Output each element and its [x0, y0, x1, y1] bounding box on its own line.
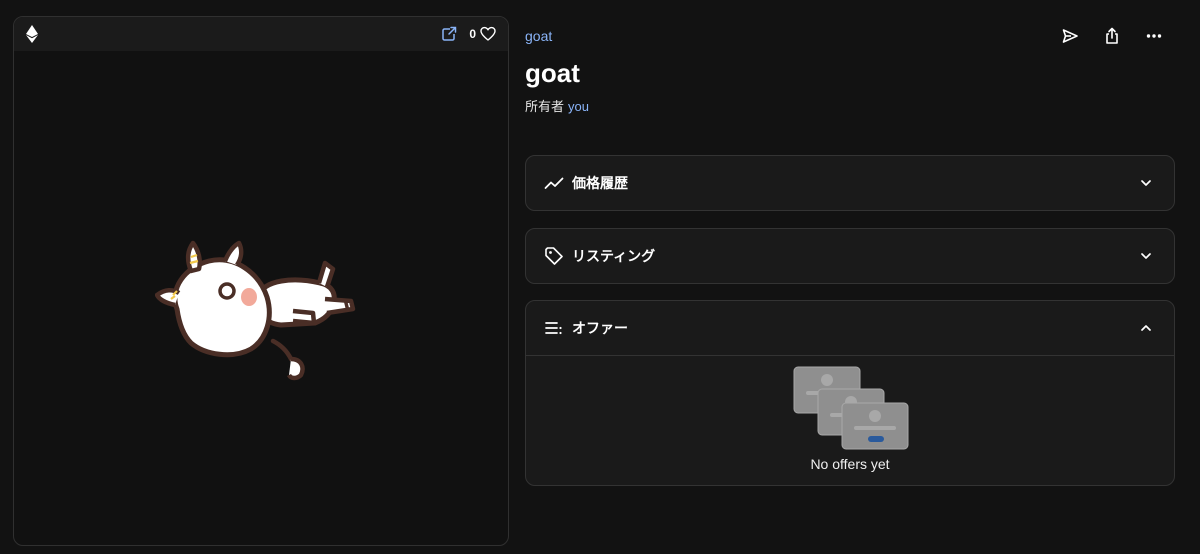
- heart-icon[interactable]: [480, 26, 496, 42]
- offers-panel: オファー No offers yet: [525, 300, 1175, 486]
- item-actions: [1060, 26, 1164, 46]
- more-icon[interactable]: [1144, 26, 1164, 46]
- chevron-down-icon: [1138, 175, 1154, 191]
- listings-toggle[interactable]: リスティング: [526, 229, 1174, 283]
- share-icon[interactable]: [1102, 26, 1122, 46]
- owner-prefix: 所有者: [525, 99, 565, 114]
- chevron-down-icon: [1138, 248, 1154, 264]
- send-icon[interactable]: [1060, 26, 1080, 46]
- collection-link[interactable]: goat: [525, 28, 552, 44]
- price-history-label: 価格履歴: [572, 175, 628, 191]
- list-icon: [544, 318, 564, 338]
- trend-line-icon: [544, 173, 564, 193]
- offers-toggle[interactable]: オファー: [526, 301, 1174, 355]
- item-title: goat: [525, 58, 580, 88]
- listings-panel: リスティング: [525, 228, 1175, 284]
- media-body: [14, 51, 508, 545]
- listings-label: リスティング: [572, 248, 656, 264]
- media-card: 0: [13, 16, 509, 546]
- ethereum-icon: [26, 25, 38, 43]
- empty-offers-illustration: [793, 366, 909, 450]
- owner-line: 所有者 you: [525, 96, 589, 115]
- offers-label: オファー: [572, 320, 628, 336]
- owner-link[interactable]: you: [568, 99, 589, 114]
- favorite-count: 0: [469, 27, 476, 41]
- media-header: 0: [14, 17, 508, 51]
- price-history-toggle[interactable]: 価格履歴: [526, 156, 1174, 210]
- page: 0 goat goat 所有者 you 価格履歴 リスティング オファー No …: [0, 0, 1200, 554]
- price-history-panel: 価格履歴: [525, 155, 1175, 211]
- tag-icon: [544, 246, 564, 266]
- external-link-icon[interactable]: [441, 26, 458, 42]
- chevron-up-icon: [1138, 320, 1154, 336]
- goat-image: [155, 240, 356, 381]
- offers-body: No offers yet: [526, 355, 1174, 485]
- no-offers-text: No offers yet: [810, 456, 890, 472]
